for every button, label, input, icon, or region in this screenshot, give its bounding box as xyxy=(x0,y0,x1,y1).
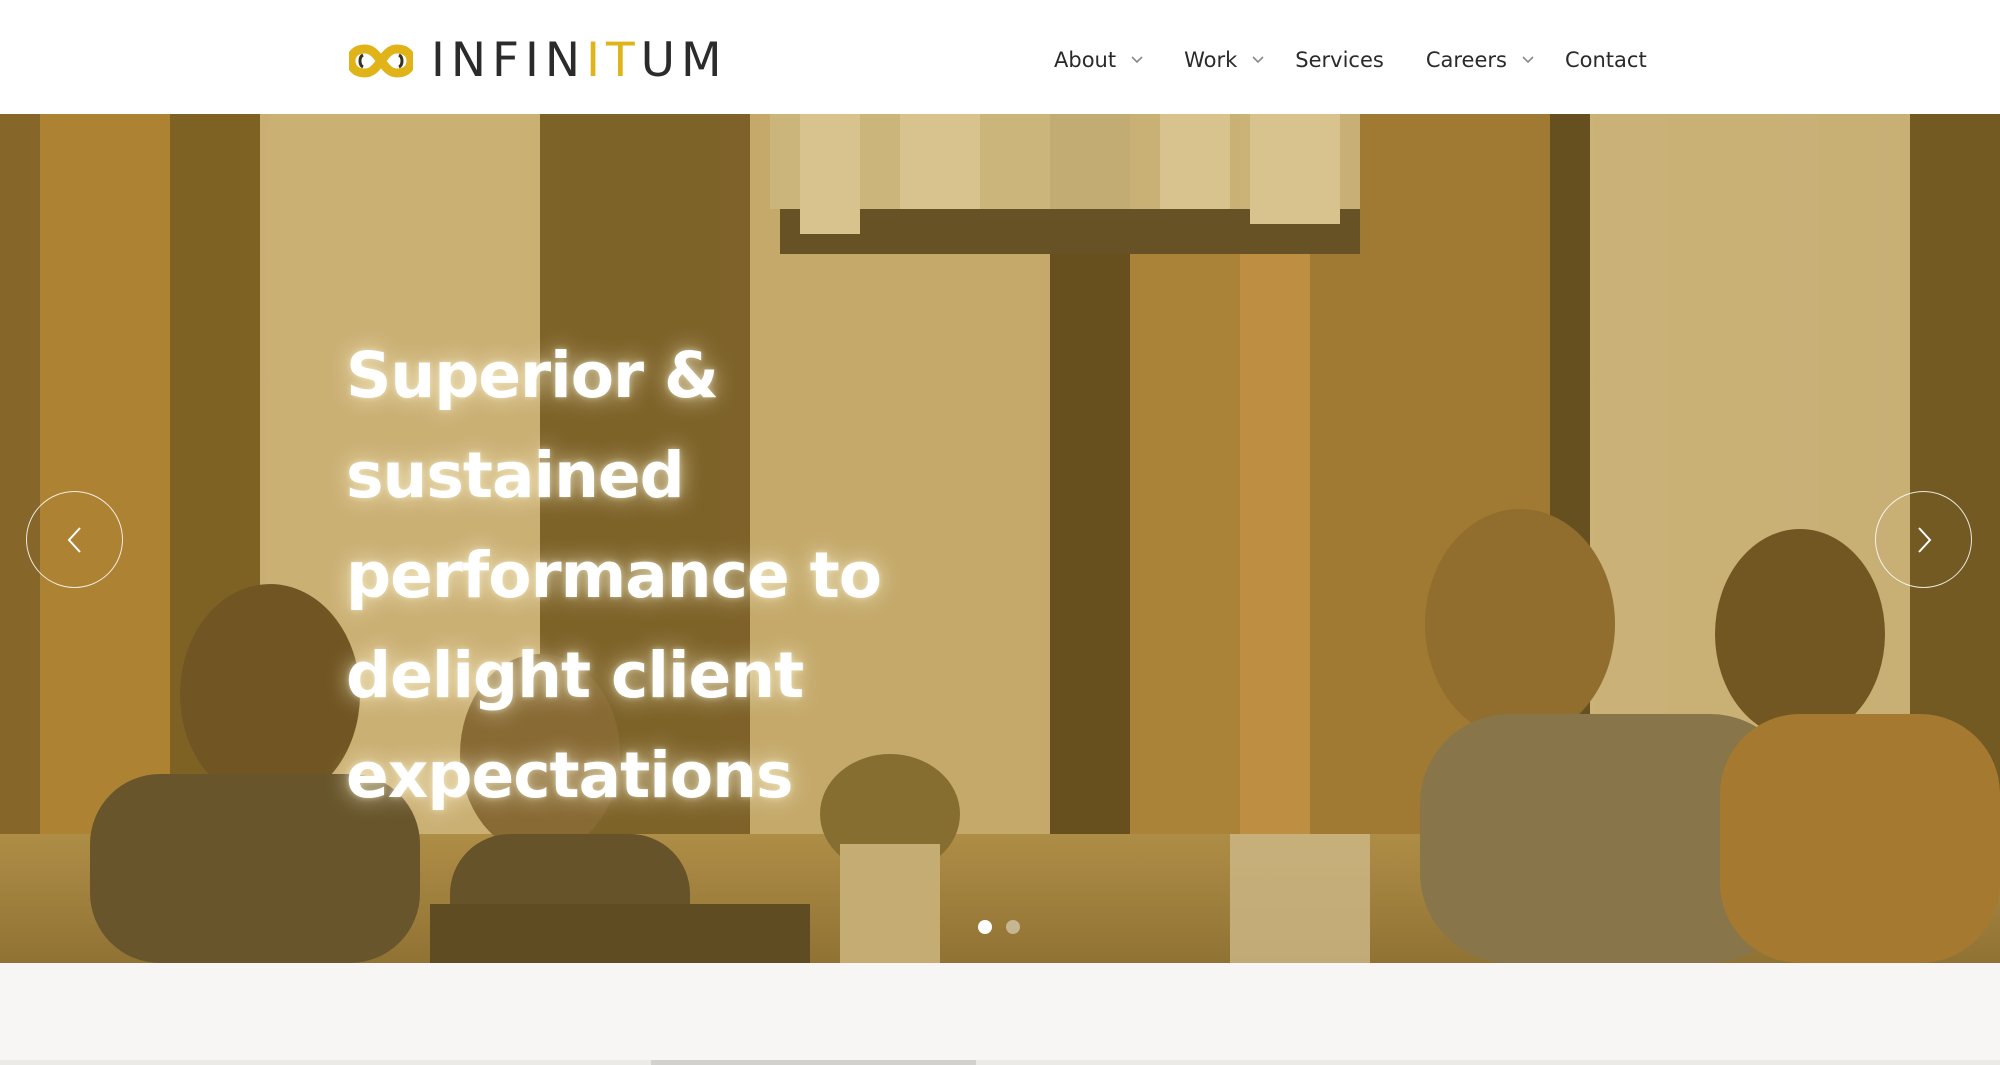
nav-item-contact[interactable]: Contact xyxy=(1565,48,1647,72)
nav-item-services-label: Services xyxy=(1295,48,1384,72)
horizontal-scrollbar-track[interactable] xyxy=(0,1060,2000,1065)
hero-overlay xyxy=(0,114,2000,963)
slider-dot-1[interactable] xyxy=(978,920,992,934)
site-header: INFINITUM About Work Services Careers Co… xyxy=(0,0,2000,114)
nav-item-work-label: Work xyxy=(1184,48,1238,72)
nav-item-careers-label: Careers xyxy=(1425,48,1507,72)
chevron-left-icon xyxy=(67,526,81,553)
nav-item-careers[interactable]: Careers xyxy=(1426,48,1535,72)
nav-item-about[interactable]: About xyxy=(1054,48,1144,72)
infinity-logo-icon xyxy=(349,44,413,78)
chevron-down-icon xyxy=(1252,56,1264,64)
nav-item-services[interactable]: Services xyxy=(1295,48,1384,72)
chevron-down-icon xyxy=(1131,56,1143,64)
slider-next-button[interactable] xyxy=(1875,491,1972,588)
logo-text-part2: UM xyxy=(640,33,728,88)
hero-headline-line: performance to xyxy=(346,539,882,613)
hero-headline-line: Superior & xyxy=(346,339,719,413)
main-nav: About Work Services Careers Contact xyxy=(1054,40,1647,80)
site-logo[interactable]: INFINITUM xyxy=(349,37,728,84)
logo-text-part1: INFIN xyxy=(431,33,587,88)
hero-headline-line: sustained xyxy=(346,439,685,513)
chevron-right-icon xyxy=(1917,526,1931,553)
hero-headline-line: delight client xyxy=(346,639,804,713)
nav-item-about-label: About xyxy=(1054,48,1117,72)
logo-text-highlight: IT xyxy=(586,33,641,88)
slider-prev-button[interactable] xyxy=(26,491,123,588)
horizontal-scrollbar-thumb[interactable] xyxy=(651,1060,976,1065)
next-section xyxy=(0,963,2000,1065)
nav-item-work[interactable]: Work xyxy=(1184,48,1265,72)
slider-pagination xyxy=(978,920,1020,934)
slider-dot-2[interactable] xyxy=(1006,920,1020,934)
logo-wordmark: INFINITUM xyxy=(431,37,728,84)
hero-headline: Superior & sustained performance to deli… xyxy=(346,326,906,826)
hero-slider: Superior & sustained performance to deli… xyxy=(0,114,2000,963)
chevron-down-icon xyxy=(1522,56,1534,64)
hero-headline-line: expectations xyxy=(346,739,794,813)
nav-item-contact-label: Contact xyxy=(1564,48,1647,72)
